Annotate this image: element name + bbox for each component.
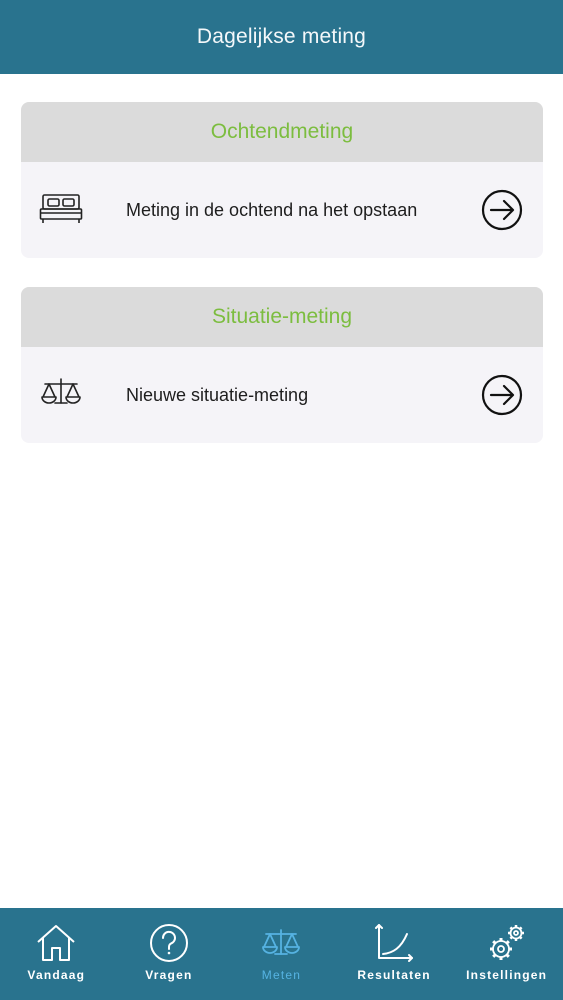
scale-icon (262, 929, 301, 955)
tab-label: Resultaten (357, 968, 431, 982)
gears-icon (489, 925, 524, 960)
scale-icon (41, 378, 81, 404)
arrow-right-circle-icon[interactable] (481, 374, 523, 416)
item-label: Meting in de ochtend na het opstaan (126, 199, 418, 220)
tab-meten[interactable]: Meten (225, 908, 338, 1000)
tab-instellingen[interactable]: Instellingen (450, 908, 563, 1000)
arrow-right-circle-icon[interactable] (481, 189, 523, 231)
tab-label: Instellingen (466, 968, 548, 982)
situation-measurement-card: Situatie-meting Nieuwe situatie-meting (21, 287, 543, 443)
tab-label: Vandaag (27, 968, 86, 982)
tab-vragen[interactable]: Vragen (113, 908, 226, 1000)
top-app-bar: Dagelijkse meting (0, 0, 563, 74)
tab-label: Meten (261, 968, 302, 982)
morning-measurement-item[interactable]: Meting in de ochtend na het opstaan (21, 162, 543, 258)
tab-label: Vragen (145, 968, 193, 982)
bottom-tab-bar: Vandaag Vragen Meten Resultaten Instelli… (0, 908, 563, 1000)
home-icon (37, 925, 75, 961)
page-title: Dagelijkse meting (196, 25, 367, 48)
section-title: Situatie-meting (211, 305, 353, 328)
card-header: Ochtendmeting (21, 102, 543, 162)
section-title: Ochtendmeting (210, 120, 354, 143)
morning-measurement-card: Ochtendmeting Meting in de ochtend na he… (21, 102, 543, 258)
tab-vandaag[interactable]: Vandaag (0, 908, 113, 1000)
card-header: Situatie-meting (21, 287, 543, 347)
question-icon (149, 924, 188, 962)
bed-icon (39, 194, 83, 223)
chart-icon (375, 924, 414, 962)
tab-resultaten[interactable]: Resultaten (338, 908, 451, 1000)
item-label: Nieuwe situatie-meting (126, 384, 309, 405)
new-situation-measurement-item[interactable]: Nieuwe situatie-meting (21, 347, 543, 443)
